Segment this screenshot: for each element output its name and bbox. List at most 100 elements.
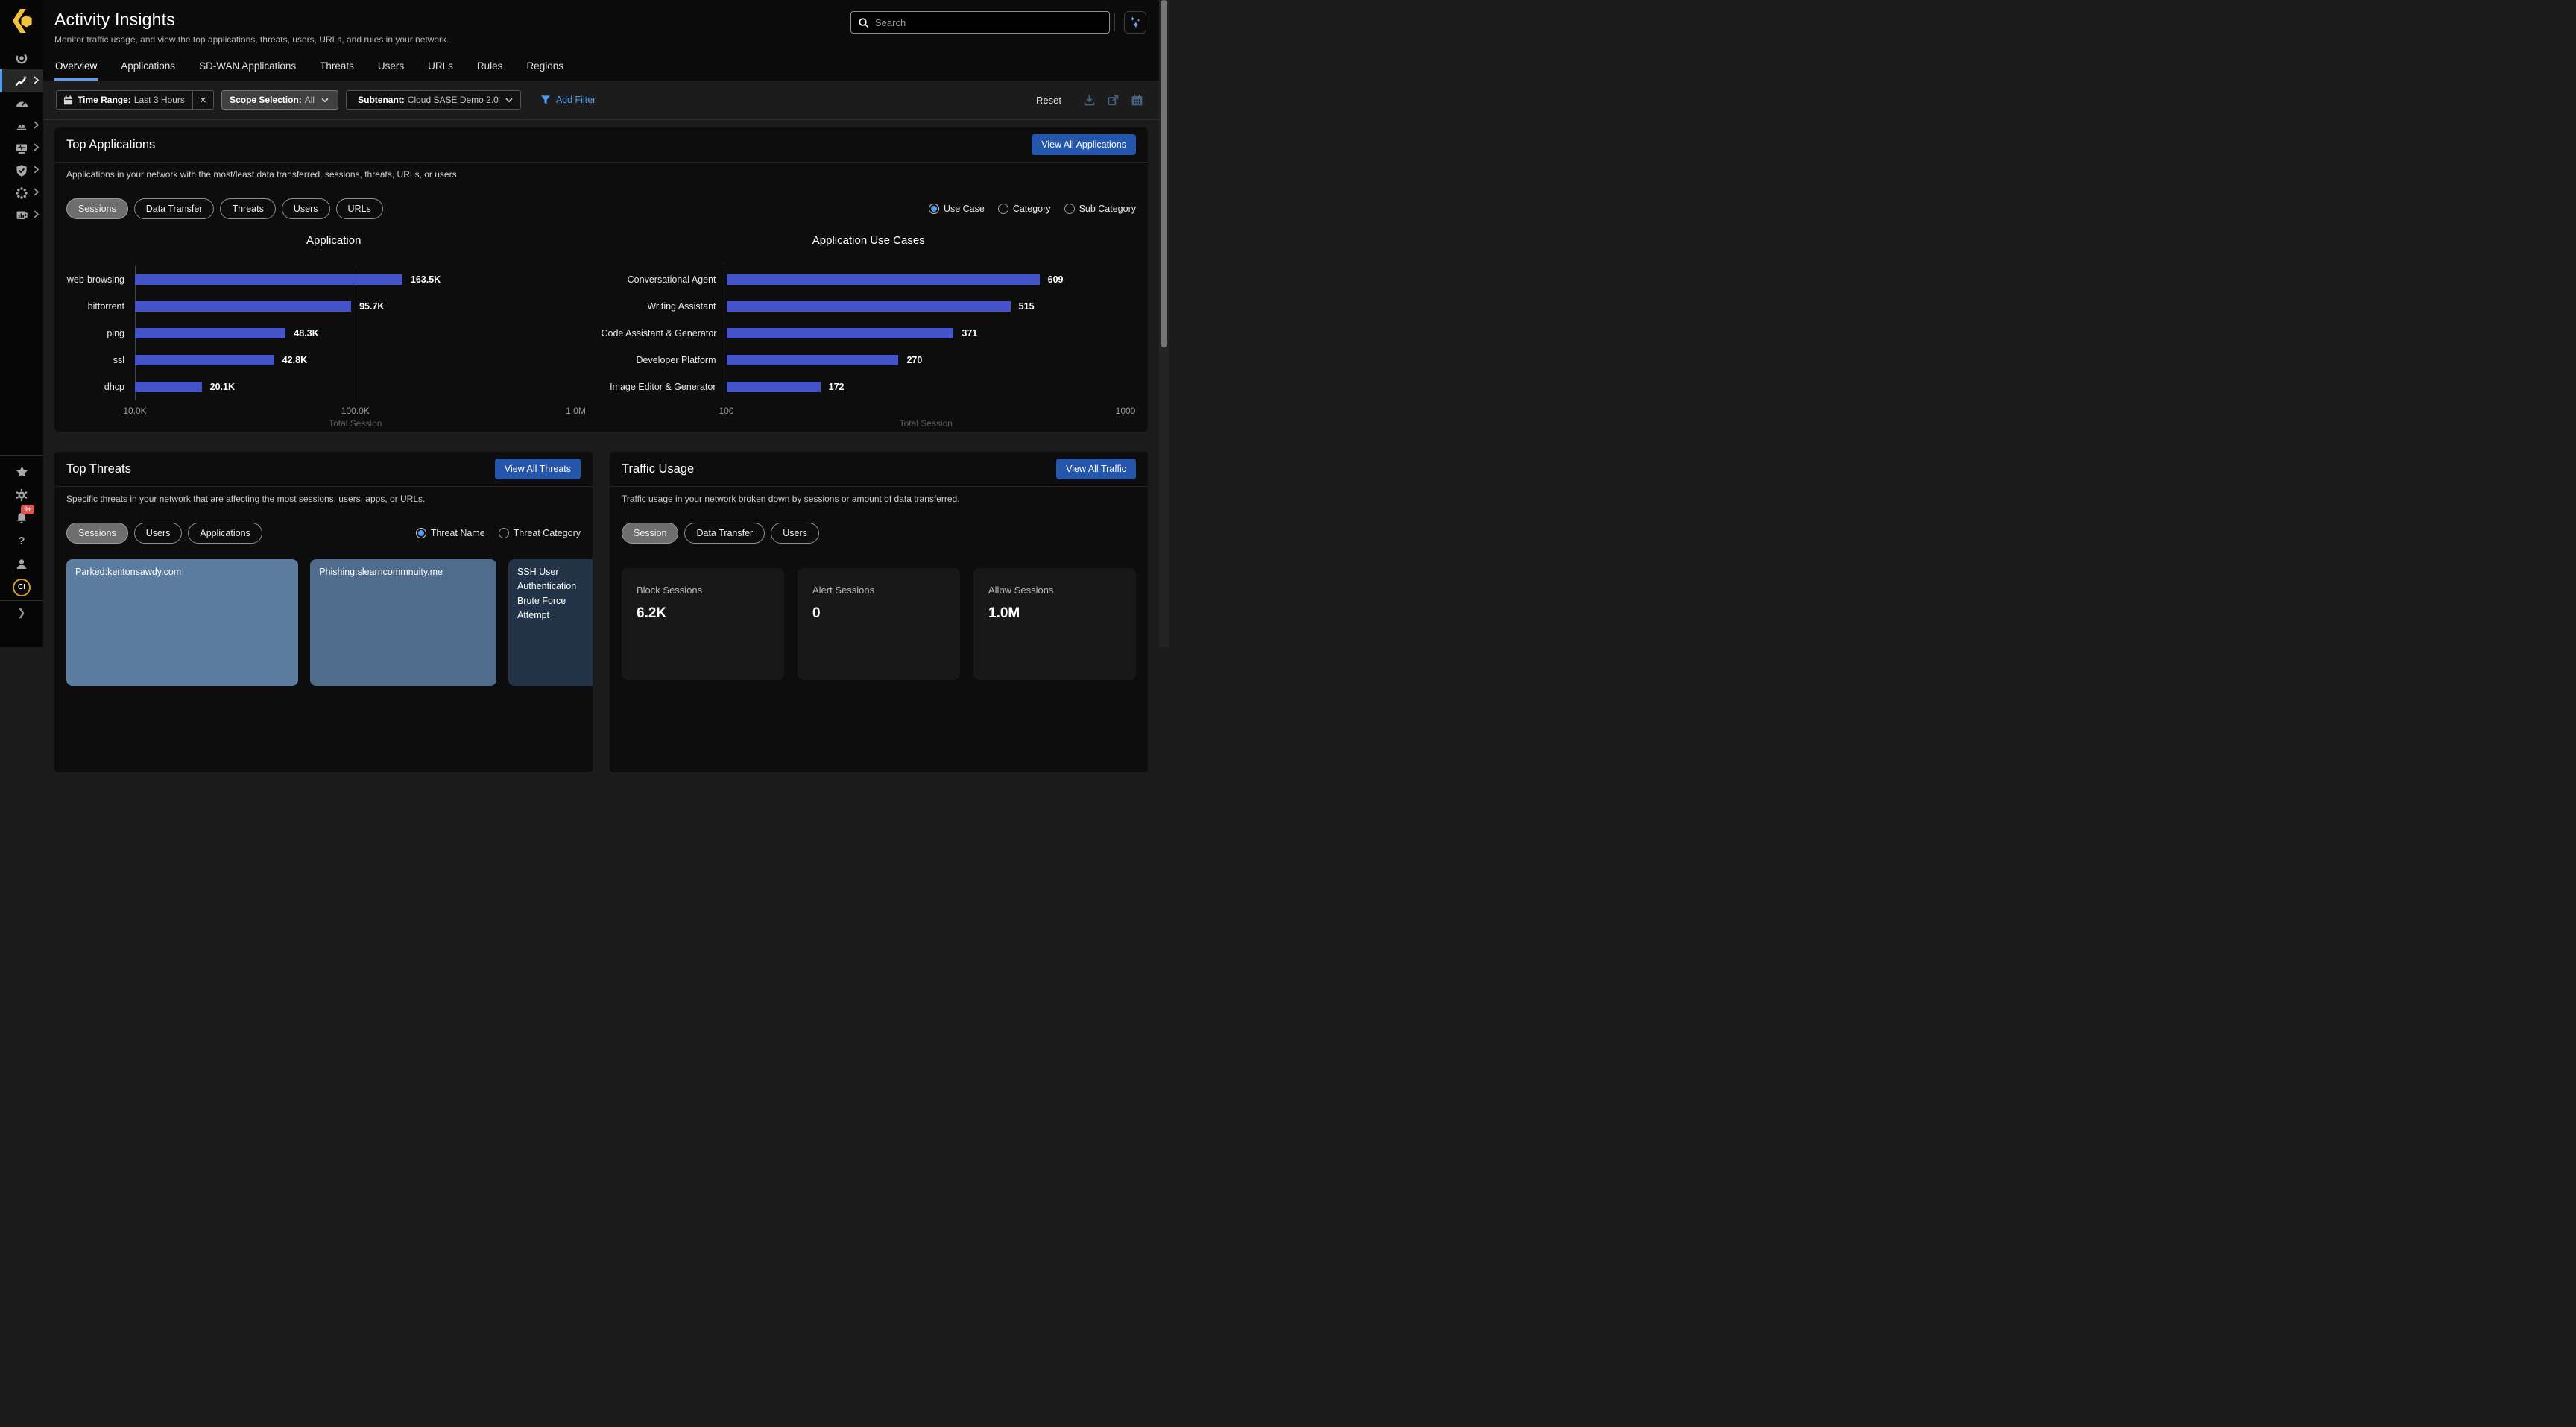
search-input[interactable] [875, 17, 1102, 28]
subtenant-filter[interactable]: Subtenant: Cloud SASE Demo 2.0 [346, 90, 521, 110]
strata-hexagon-logo[interactable] [0, 0, 43, 42]
threats-treemap: Parked:kentonsawdy.comPhishing:slearncom… [66, 559, 581, 686]
treemap-tile-parked[interactable]: Parked:kentonsawdy.com [66, 559, 298, 686]
bar[interactable] [135, 355, 274, 365]
radio-use-case[interactable]: Use Case [929, 204, 985, 214]
view-all-threats-button[interactable]: View All Threats [495, 459, 581, 479]
chip-data-transfer[interactable]: Data Transfer [684, 523, 765, 544]
tab-rules[interactable]: Rules [476, 56, 504, 81]
ai-copilot-button[interactable] [1124, 11, 1146, 34]
radio-threat-category[interactable]: Threat Category [499, 528, 581, 538]
radio-category[interactable]: Category [998, 204, 1051, 214]
tab-users[interactable]: Users [377, 56, 405, 81]
settings-button[interactable] [0, 483, 43, 506]
download-button[interactable] [1083, 94, 1096, 107]
reset-button[interactable]: Reset [1036, 95, 1061, 106]
remove-time-range-filter-button[interactable]: ✕ [192, 91, 213, 109]
main-area: Activity Insights Monitor traffic usage,… [43, 0, 1159, 647]
chip-urls[interactable]: URLs [336, 198, 383, 219]
tenant-avatar-button[interactable]: CI [0, 576, 43, 599]
bar[interactable] [727, 328, 954, 338]
sidebar-item-monitor[interactable] [0, 137, 43, 160]
bar[interactable] [727, 301, 1011, 312]
logo-icon [10, 7, 34, 34]
stat-label: Allow Sessions [988, 585, 1121, 596]
radio-sub-category[interactable]: Sub Category [1064, 204, 1136, 214]
tab-sd-wan-applications[interactable]: SD-WAN Applications [198, 56, 297, 81]
chip-users[interactable]: Users [134, 523, 183, 544]
tab-regions[interactable]: Regions [525, 56, 564, 81]
scope-selection-filter[interactable]: Scope Selection: All [221, 90, 338, 110]
sidebar-item-reports[interactable] [0, 204, 43, 227]
category-labels: web-browsingbittorrentpingssldhcp [66, 266, 135, 400]
treemap-tile-phishing[interactable]: Phishing:slearncommnuity.me [310, 559, 496, 686]
filter-value: Last 3 Hours [134, 95, 185, 105]
bar[interactable] [727, 274, 1040, 285]
chip-users[interactable]: Users [282, 198, 330, 219]
chip-users[interactable]: Users [771, 523, 819, 544]
tab-overview[interactable]: Overview [54, 56, 98, 81]
content-area: Top Applications View All Applications A… [43, 120, 1159, 772]
chart-plot: Conversational AgentWriting AssistantCod… [602, 266, 1137, 400]
tab-threats[interactable]: Threats [319, 56, 355, 81]
stat-tile-alert-sessions: Alert Sessions0 [798, 568, 960, 680]
chevron-right-icon[interactable] [34, 142, 39, 155]
sidebar-item-command-center[interactable] [0, 47, 43, 69]
user-profile-button[interactable] [0, 552, 43, 576]
help-button[interactable]: ? [0, 529, 43, 552]
chip-applications[interactable]: Applications [188, 523, 262, 544]
bar-row: 95.7K [135, 293, 576, 320]
page-subtitle: Monitor traffic usage, and view the top … [54, 34, 449, 45]
scrollbar-thumb[interactable] [1161, 0, 1167, 347]
chip-sessions[interactable]: Sessions [66, 523, 128, 544]
bar[interactable] [727, 382, 821, 392]
chevron-right-icon[interactable] [34, 209, 39, 222]
card-header: Top Applications View All Applications [54, 127, 1148, 163]
sidebar-item-dashboards[interactable] [0, 92, 43, 115]
sidebar-item-activity-insights[interactable] [0, 69, 43, 92]
chevron-right-icon[interactable] [34, 119, 39, 133]
tab-applications[interactable]: Applications [120, 56, 176, 81]
chip-sessions[interactable]: Sessions [66, 198, 128, 219]
time-range-filter[interactable]: Time Range: Last 3 Hours ✕ [56, 90, 214, 110]
bar-value-label: 515 [1019, 301, 1035, 312]
axis-tick-label: 1.0M [566, 406, 586, 416]
metric-chip-group: Sessions UsersApplications [66, 523, 262, 544]
chevron-right-icon[interactable] [34, 186, 39, 200]
notifications-button[interactable]: 9+ [0, 506, 43, 529]
gear-icon [15, 488, 28, 502]
chevron-right-icon[interactable] [34, 75, 39, 88]
page-tabs: Overview Applications SD-WAN Applications T… [54, 56, 564, 81]
export-icon [1107, 94, 1120, 107]
view-all-traffic-button[interactable]: View All Traffic [1056, 459, 1136, 479]
filter-label: Time Range: [78, 95, 131, 105]
bar[interactable] [135, 301, 351, 312]
sidebar-expand-button[interactable]: ❯ [18, 605, 26, 620]
chip-session[interactable]: Session [622, 523, 678, 544]
add-filter-button[interactable]: Add Filter [540, 95, 596, 105]
bar[interactable] [135, 328, 285, 338]
favorites-button[interactable] [0, 460, 43, 483]
bar[interactable] [727, 355, 899, 365]
chip-threats[interactable]: Threats [220, 198, 275, 219]
top-threats-card: Top Threats View All Threats Specific th… [54, 452, 593, 772]
chip-data-transfer[interactable]: Data Transfer [134, 198, 215, 219]
sidebar-item-incidents-alerts[interactable] [0, 115, 43, 137]
sidebar-item-security-posture[interactable] [0, 160, 43, 182]
filter-toolbar: Time Range: Last 3 Hours ✕ Scope Selecti… [43, 81, 1159, 120]
card-body: Traffic usage in your network broken dow… [610, 487, 1148, 680]
toolbar-actions: Reset [1036, 94, 1159, 107]
bar[interactable] [135, 274, 402, 285]
bar[interactable] [135, 382, 202, 392]
sidebar-item-workflows[interactable] [0, 182, 43, 204]
schedule-button[interactable] [1131, 94, 1143, 107]
chevron-right-icon[interactable] [34, 164, 39, 177]
export-button[interactable] [1107, 94, 1120, 107]
tab-urls[interactable]: URLs [427, 56, 454, 81]
view-all-applications-button[interactable]: View All Applications [1032, 134, 1136, 155]
divider [0, 600, 43, 601]
treemap-tile-ssh-user-authentication-brute-force-attempt[interactable]: SSH User Authentication Brute Force Atte… [508, 559, 593, 686]
radio-threat-name[interactable]: Threat Name [416, 528, 485, 538]
card-header: Traffic Usage View All Traffic [610, 452, 1148, 487]
bar-row: 48.3K [135, 320, 576, 347]
